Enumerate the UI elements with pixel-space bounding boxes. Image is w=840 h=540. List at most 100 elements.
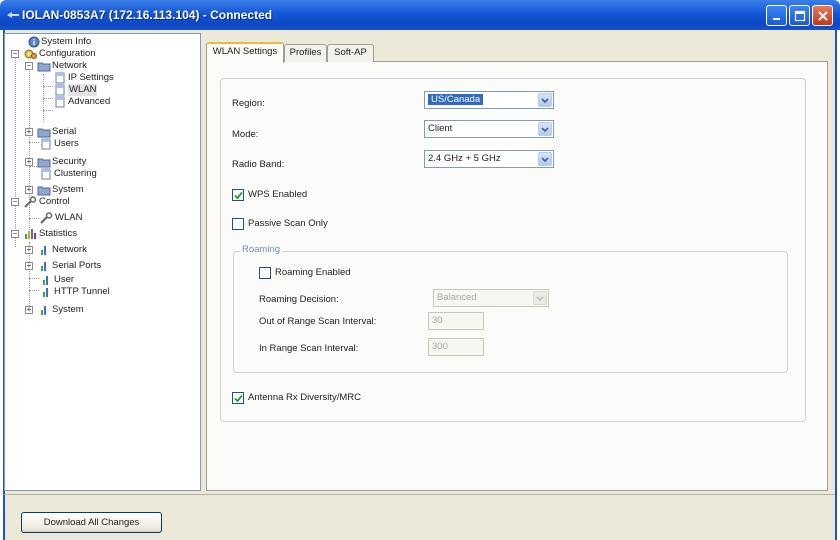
expand-icon[interactable]: + [25,186,33,194]
tree-item-stats-http-tunnel[interactable]: HTTP Tunnel [5,286,195,298]
bar-chart-icon [23,228,37,240]
navigation-tree[interactable]: System Info − Configuration − Network IP… [4,33,201,491]
tree-item-label: Network [52,244,87,255]
radio-band-value: 2.4 GHz + 5 GHz [428,153,501,164]
passive-scan-label: Passive Scan Only [248,218,328,229]
wrench-icon [39,212,53,224]
chevron-down-icon[interactable] [533,291,547,305]
tree-item-stats-serial-ports[interactable]: + Serial Ports [5,260,195,272]
expand-icon[interactable]: + [25,246,33,254]
tree-item-label: Network [52,60,87,71]
roaming-decision-label: Roaming Decision: [259,294,339,305]
bar-chart-icon [37,304,51,316]
bar-chart-icon [39,286,53,298]
region-value: US/Canada [428,94,484,105]
tree-item-statistics[interactable]: − Statistics [5,228,195,240]
tree-item-label: Security [52,156,87,167]
tree-item-clustering[interactable]: Clustering [5,168,195,180]
window-title: IOLAN-0853A7 (172.16.113.104) - Connecte… [22,8,273,22]
passive-scan-checkbox[interactable] [232,218,244,230]
in-range-label: In Range Scan Interval: [259,343,359,354]
maximize-button[interactable] [789,5,810,26]
chevron-down-icon[interactable] [538,152,552,166]
radio-band-select[interactable]: 2.4 GHz + 5 GHz [424,150,554,168]
roaming-decision-value: Balanced [437,292,477,303]
tree-item-label: Control [39,196,70,207]
tree-item-stats-system[interactable]: + System [5,304,195,316]
bar-chart-icon [37,260,51,272]
out-of-range-label: Out of Range Scan Interval: [259,316,377,327]
chevron-down-icon[interactable] [538,122,552,136]
download-all-changes-button[interactable]: Download All Changes [21,512,162,533]
tree-item-wlan[interactable]: WLAN [5,84,195,96]
tree-item-control[interactable]: − Control [5,196,195,208]
tree-item-label: Serial Ports [52,260,102,271]
folder-icon [37,60,51,72]
roaming-enabled-checkbox[interactable] [259,267,271,279]
out-of-range-input[interactable]: 30 [428,312,484,330]
collapse-icon[interactable]: − [25,62,33,70]
tab-soft-ap[interactable]: Soft-AP [327,44,374,62]
tree-item-system-info[interactable]: System Info [5,36,195,48]
expand-icon[interactable]: + [25,158,33,166]
tree-item-ip-settings[interactable]: IP Settings [5,72,195,84]
tree-item-configuration[interactable]: − Configuration [5,48,195,60]
tab-profiles[interactable]: Profiles [284,44,327,62]
page-icon [39,168,53,180]
tree-item-advanced[interactable]: Advanced [5,96,195,108]
checkmark-icon [234,191,243,200]
antenna-diversity-checkbox[interactable] [232,392,244,404]
bar-chart-icon [37,244,51,256]
tree-item-stats-network[interactable]: + Network [5,244,195,256]
roaming-legend: Roaming [240,244,283,255]
window-titlebar[interactable]: IOLAN-0853A7 (172.16.113.104) - Connecte… [0,0,840,30]
maximize-icon [794,10,806,22]
collapse-icon[interactable]: − [11,198,19,206]
checkmark-icon [234,394,243,403]
tree-item-label: System [52,304,84,315]
in-range-input[interactable]: 300 [428,338,484,356]
tree-item-label: System [52,184,84,195]
collapse-icon[interactable]: − [11,50,19,58]
tree-item-label: Clustering [54,168,97,179]
expand-icon[interactable]: + [25,262,33,270]
chevron-down-icon[interactable] [538,93,552,107]
tree-item-config-system[interactable]: + System [5,184,195,196]
region-label: Region: [232,98,265,109]
region-select[interactable]: US/Canada [424,91,554,109]
mode-label: Mode: [232,129,259,140]
close-button[interactable] [812,5,833,26]
tree-item-stats-user[interactable]: User [5,274,195,286]
expand-icon[interactable]: + [25,128,33,136]
expand-icon[interactable]: + [25,306,33,314]
tree-item-users[interactable]: Users [5,138,195,150]
tree-item-security[interactable]: + Security [5,156,195,168]
close-icon [818,11,828,21]
collapse-icon[interactable]: − [11,230,19,238]
tab-wlan-settings[interactable]: WLAN Settings [206,42,284,63]
minimize-icon [773,18,780,20]
tree-item-label: Advanced [68,96,111,107]
tree-item-label: Configuration [39,48,96,59]
page-icon [53,96,67,108]
tree-item-label: IP Settings [68,72,114,83]
wrench-icon [23,196,37,208]
roaming-enabled-label: Roaming Enabled [275,267,351,278]
minimize-button[interactable] [766,5,787,26]
tree-item-serial[interactable]: + Serial [5,126,195,138]
tree-item-label: WLAN [68,84,98,96]
tree-item-network[interactable]: − Network [5,60,195,72]
antenna-diversity-label: Antenna Rx Diversity/MRC [248,392,361,403]
info-icon [27,36,41,48]
wps-enabled-label: WPS Enabled [248,189,308,200]
mode-select[interactable]: Client [424,120,554,138]
roaming-decision-select[interactable]: Balanced [433,289,549,307]
bottom-separator [4,494,835,495]
folder-icon [37,156,51,168]
folder-icon [37,184,51,196]
page-icon [53,84,67,96]
app-icon [6,9,20,21]
wps-enabled-checkbox[interactable] [232,189,244,201]
tree-item-label: User [54,274,75,285]
tree-item-control-wlan[interactable]: WLAN [5,212,195,224]
